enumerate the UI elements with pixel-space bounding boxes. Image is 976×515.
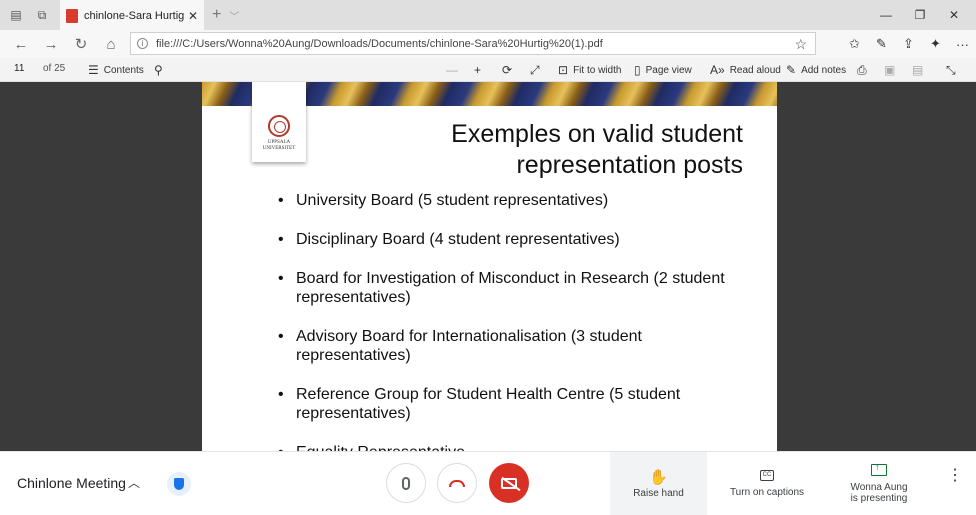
rotate-icon: ⟳ [502,63,513,77]
tab-list-chevron-icon[interactable]: ﹀ [229,8,239,23]
fit-width-icon: ⊡ [558,63,569,77]
university-logo: UPPSALA UNIVERSITET [252,82,306,162]
more-options-vertical-icon[interactable]: ⋮ [947,468,963,484]
presenting-button[interactable]: Wonna Aung is presenting [826,452,932,515]
restore-icon[interactable]: ❐ [902,0,938,30]
present-screen-icon [871,462,887,476]
security-shield-icon[interactable] [167,472,191,496]
save-as-icon: ▤ [912,63,924,77]
tab-title: chinlone-Sara Hurtig (1) [84,10,184,22]
search-icon: ⚲ [154,63,163,77]
save-button[interactable]: ▣ [884,58,900,82]
print-icon: ⎙ [857,62,867,77]
chevron-up-icon[interactable]: ︿ [128,474,140,491]
pen-icon[interactable]: ✎ [868,32,895,56]
pen-note-icon: ✎ [786,63,797,77]
unpin-toolbar-button[interactable]: ⤡ [946,58,961,82]
back-icon[interactable]: ← [6,32,36,56]
list-item: Disciplinary Board (4 student representa… [278,230,738,249]
address-bar-row: ← → ↻ ⌂ i file:///C:/Users/Wonna%20Aung/… [0,30,976,58]
expand-icon: ⤢ [530,62,540,77]
url-text: file:///C:/Users/Wonna%20Aung/Downloads/… [156,37,603,50]
list-icon: ☰ [88,63,99,77]
page-total: of 25 [43,63,66,74]
close-window-icon[interactable]: ✕ [936,0,972,30]
page-number-input[interactable]: 11 [14,63,24,74]
fit-to-width-label: Fit to width [573,64,622,76]
url-input[interactable]: i file:///C:/Users/Wonna%20Aung/Download… [130,32,816,55]
meeting-controls-bar: Chinlone Meeting ︿ ✋ Raise hand CC Turn … [0,451,976,515]
page-icon: ▯ [634,63,641,77]
list-item: Board for Investigation of Misconduct in… [278,269,738,307]
pdf-file-icon [66,9,78,23]
save-as-button[interactable]: ▤ [912,58,928,82]
plus-icon: + [474,63,482,77]
presenting-status: is presenting [850,492,908,504]
leave-call-button[interactable] [437,463,477,503]
slide-title: Exemples on valid student representation… [363,119,743,181]
share-icon[interactable]: ⇪ [895,32,922,56]
presenter-name: Wonna Aung [850,481,908,493]
read-aloud-label: Read aloud [729,64,781,76]
logo-text-line2: UNIVERSITET [262,146,296,151]
microphone-icon [402,476,410,490]
microphone-button[interactable] [386,463,426,503]
site-info-icon[interactable]: i [137,38,148,49]
minus-icon: — [446,63,458,77]
bullet-list: University Board (5 student representati… [278,191,738,451]
raise-hand-button[interactable]: ✋ Raise hand [610,452,707,515]
contents-label: Contents [103,64,144,76]
home-icon[interactable]: ⌂ [96,32,126,56]
pdf-toolbar: 11 of 25 ☰ Contents ⚲ — + ⟳ ⤢ ⊡ Fit to w… [0,58,976,82]
pdf-viewer[interactable]: UPPSALA UNIVERSITET Exemples on valid st… [0,82,976,451]
captions-label: Turn on captions [729,486,805,498]
add-notes-label: Add notes [801,64,847,76]
add-notes-button[interactable]: ✎ Add notes [786,58,846,82]
hand-icon: ✋ [649,469,668,486]
slide-title-line1: Exemples on valid student [451,120,743,148]
captions-icon: CC [760,469,774,481]
page-view-label: Page view [645,64,692,76]
list-item: University Board (5 student representati… [278,191,738,210]
camera-off-button[interactable] [489,463,529,503]
captions-button[interactable]: CC Turn on captions [712,452,822,515]
browser-titlebar: ▤ ⧉ chinlone-Sara Hurtig (1) ✕ + ﹀ — ❐ ✕ [0,0,976,30]
page-view-button[interactable]: ▯ Page view [634,58,692,82]
list-item: Advisory Board for Internationalisation … [278,327,738,365]
meeting-name[interactable]: Chinlone Meeting [17,475,126,491]
set-aside-tabs-icon[interactable]: ⧉ [32,5,52,25]
read-aloud-button[interactable]: A» Read aloud [710,58,781,82]
camera-off-icon [501,477,517,489]
contents-button[interactable]: ☰ Contents [88,58,144,82]
close-tab-icon[interactable]: ✕ [188,9,198,23]
list-item: Reference Group for Student Health Centr… [278,385,738,423]
extensions-icon[interactable]: ✦ [922,32,949,56]
hang-up-icon [449,479,465,487]
print-button[interactable]: ⎙ [857,58,872,82]
raise-hand-label: Raise hand [633,488,684,499]
search-button[interactable]: ⚲ [154,58,168,82]
unpin-icon: ⤡ [946,62,956,77]
fit-to-width-button[interactable]: ⊡ Fit to width [558,58,621,82]
more-options-icon[interactable]: ··· [949,32,976,56]
rotate-button[interactable]: ⟳ [502,58,517,82]
save-icon: ▣ [884,63,896,77]
slide-title-line2: representation posts [516,151,743,179]
read-aloud-icon: A» [710,63,725,77]
forward-icon[interactable]: → [36,32,66,56]
tab-actions-icon[interactable]: ▤ [6,5,26,25]
browser-tab[interactable]: chinlone-Sara Hurtig (1) ✕ [60,0,204,30]
zoom-in-button[interactable]: + [474,58,486,82]
seal-icon [268,115,290,137]
minimize-icon[interactable]: — [868,0,904,30]
pdf-page: UPPSALA UNIVERSITET Exemples on valid st… [202,82,777,451]
favorite-star-icon[interactable]: ☆ [794,36,807,53]
favorites-icon[interactable]: ✩ [841,32,868,56]
zoom-out-button[interactable]: — [446,58,463,82]
fullscreen-button[interactable]: ⤢ [530,58,545,82]
list-item: Equality Representative [278,443,738,451]
new-tab-icon[interactable]: + [212,6,221,24]
refresh-icon[interactable]: ↻ [66,32,96,56]
